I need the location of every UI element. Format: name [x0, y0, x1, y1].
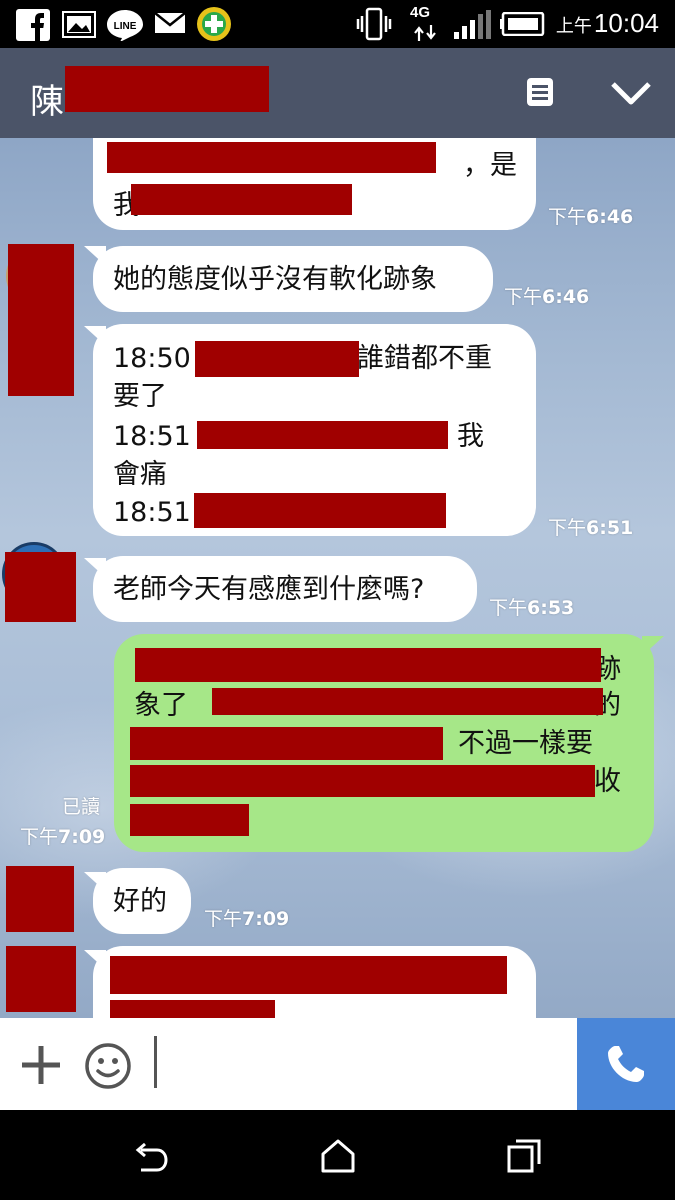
bubble-tail	[642, 636, 664, 656]
message-text: 她的態度似乎沒有軟化跡象	[113, 264, 437, 295]
plus-icon[interactable]	[20, 1044, 62, 1086]
facebook-icon	[16, 9, 50, 41]
message-text: 會痛	[113, 459, 167, 490]
redaction-block	[110, 1000, 275, 1018]
redaction-block	[195, 341, 359, 377]
redaction-block	[65, 66, 269, 112]
redaction-block	[197, 421, 448, 449]
message-bubble[interactable]: 她的態度似乎沒有軟化跡象	[93, 246, 493, 312]
back-icon[interactable]	[133, 1140, 169, 1174]
chevron-down-icon[interactable]	[610, 80, 652, 106]
notes-icon[interactable]	[525, 76, 555, 108]
home-icon[interactable]	[320, 1138, 356, 1174]
mail-icon	[154, 12, 186, 33]
status-bar: LINE 4G 上午10:04	[0, 0, 675, 48]
app-plus-icon	[197, 7, 231, 41]
message-text: 18:51	[113, 497, 191, 528]
svg-text:LINE: LINE	[114, 21, 137, 32]
redaction-block	[194, 493, 446, 528]
emoji-icon[interactable]	[84, 1042, 132, 1090]
chat-header: 陳	[0, 48, 675, 138]
message-text: 誰錯都不重	[357, 343, 492, 374]
data-arrows-icon	[414, 25, 436, 41]
message-text: ，是	[463, 150, 517, 181]
contact-name[interactable]: 陳	[30, 74, 64, 123]
message-text: 要了	[113, 381, 167, 412]
redaction-block	[130, 765, 595, 797]
message-timestamp: 下午7:09	[20, 826, 106, 848]
message-timestamp: 下午6:46	[548, 206, 634, 228]
redaction-block	[131, 184, 352, 215]
message-text: 好的	[113, 886, 167, 917]
redaction-block	[110, 956, 507, 994]
status-clock: 上午10:04	[555, 8, 659, 38]
text-cursor	[154, 1036, 157, 1088]
message-text-input[interactable]	[160, 1028, 570, 1100]
message-text: 我	[457, 421, 484, 452]
redaction-block	[212, 688, 603, 715]
chat-message-list[interactable]: ，是 我 下午6:46 她的態度似乎沒有軟化跡象 下午6:46 18:50 誰錯…	[0, 138, 675, 1018]
message-timestamp: 下午6:53	[489, 597, 575, 619]
redaction-block	[107, 142, 436, 173]
message-text: 收	[594, 766, 621, 797]
message-text: 18:51	[113, 421, 191, 452]
redaction-block	[6, 866, 74, 932]
network-4g-indicator: 4G	[410, 4, 440, 44]
message-text: 象了	[134, 690, 188, 721]
message-text: 18:50	[113, 343, 191, 374]
message-bubble[interactable]: 好的	[93, 868, 191, 934]
read-receipt: 已讀	[62, 796, 101, 818]
phone-icon	[608, 1046, 644, 1082]
vibrate-icon	[356, 7, 392, 41]
message-bubble[interactable]: 老師今天有感應到什麼嗎?	[93, 556, 477, 622]
battery-icon	[500, 12, 545, 36]
message-timestamp: 下午6:51	[548, 517, 634, 539]
redaction-block	[135, 648, 601, 682]
line-icon: LINE	[107, 10, 143, 41]
message-text: 不過一樣要	[458, 728, 593, 759]
message-text: 老師今天有感應到什麼嗎?	[113, 574, 425, 605]
redaction-block	[6, 946, 76, 1012]
signal-icon	[454, 10, 491, 39]
call-button[interactable]	[577, 1018, 675, 1110]
redaction-block	[130, 804, 249, 836]
redaction-block	[8, 244, 74, 396]
recent-apps-icon[interactable]	[506, 1138, 542, 1174]
message-timestamp: 下午7:09	[204, 908, 290, 930]
message-timestamp: 下午6:46	[504, 286, 590, 308]
redaction-block	[5, 552, 76, 622]
message-input-bar	[0, 1018, 675, 1110]
gallery-icon	[62, 11, 96, 38]
redaction-block	[130, 727, 443, 760]
system-nav-bar	[0, 1110, 675, 1200]
